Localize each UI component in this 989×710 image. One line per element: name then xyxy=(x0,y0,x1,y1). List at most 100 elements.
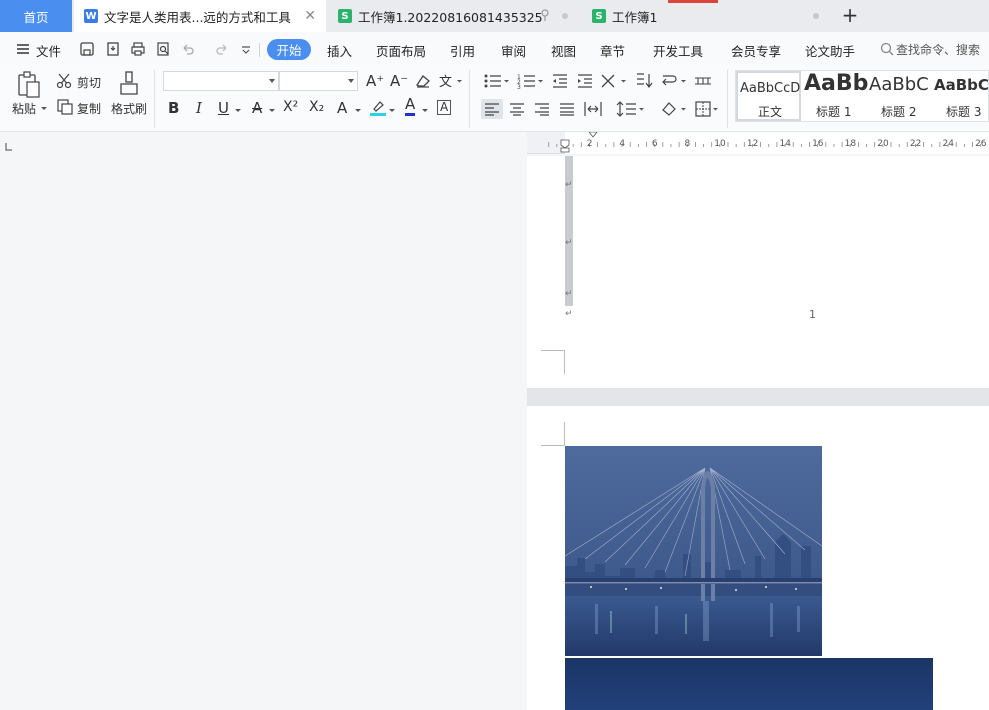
ruler-tick-label: 14 xyxy=(779,139,791,149)
customize-chevron-icon[interactable] xyxy=(240,41,252,57)
print-icon[interactable] xyxy=(130,41,146,57)
align-left-button[interactable] xyxy=(481,99,503,119)
text-direction-icon[interactable] xyxy=(660,72,688,90)
first-line-indent-icon[interactable] xyxy=(588,132,598,138)
ribbon-divider xyxy=(154,70,155,128)
pin-icon[interactable] xyxy=(540,9,550,21)
menu-insert[interactable]: 插入 xyxy=(327,41,352,60)
ruler-tick-label: 10 xyxy=(714,139,726,149)
redo-icon[interactable] xyxy=(214,41,230,57)
new-tab-button[interactable]: + xyxy=(840,3,860,27)
bold-button[interactable]: B xyxy=(168,99,179,117)
style-name: 标题 3 xyxy=(946,105,982,119)
margin-corner-mark xyxy=(541,350,565,374)
style-heading-2[interactable]: AaBbC 标题 2 xyxy=(867,71,932,121)
table-tab-icon[interactable] xyxy=(694,73,712,89)
paste-icon[interactable] xyxy=(16,70,42,100)
copy-label[interactable]: 复制 xyxy=(77,100,101,117)
chevron-down-icon[interactable] xyxy=(268,108,276,114)
increase-indent-icon[interactable] xyxy=(576,72,594,90)
highlight-icon[interactable] xyxy=(369,99,387,117)
clear-format-icon[interactable] xyxy=(414,73,432,89)
chevron-down-icon[interactable] xyxy=(354,108,362,114)
style-heading-3[interactable]: AaBbCc 标题 3 xyxy=(932,71,988,121)
close-icon[interactable]: ✕ xyxy=(304,8,316,24)
align-center-icon[interactable] xyxy=(509,102,525,116)
page-2[interactable] xyxy=(527,406,989,710)
tab-spreadsheet-1[interactable]: S 工作簿1.20220816081435325 xyxy=(330,0,580,32)
scissors-icon[interactable] xyxy=(56,72,74,90)
menu-review[interactable]: 审阅 xyxy=(501,41,526,60)
underline-button[interactable]: U xyxy=(218,99,229,117)
ruler-tick-label: 22 xyxy=(910,139,921,149)
ribbon-divider xyxy=(727,70,728,128)
tab-stop-icon[interactable] xyxy=(5,143,13,151)
borders-icon[interactable] xyxy=(694,100,722,118)
menu-developer[interactable]: 开发工具 xyxy=(653,41,703,60)
decrease-indent-icon[interactable] xyxy=(551,72,569,90)
chevron-down-icon xyxy=(348,79,354,83)
tab-spreadsheet-2[interactable]: S 工作簿1 xyxy=(584,0,831,32)
menu-start[interactable]: 开始 xyxy=(267,39,311,60)
format-painter-label[interactable]: 格式刷 xyxy=(111,100,147,117)
tab-document[interactable]: W 文字是人类用表...远的方式和工具 ✕ xyxy=(74,0,326,32)
bridge-photo[interactable] xyxy=(565,446,822,656)
chevron-down-icon[interactable] xyxy=(234,108,242,114)
font-size-select[interactable] xyxy=(279,71,358,91)
italic-button[interactable]: I xyxy=(196,99,202,117)
style-name: 正文 xyxy=(758,105,783,119)
superscript-button[interactable]: X² xyxy=(283,99,298,115)
format-painter-icon[interactable] xyxy=(118,70,140,98)
subscript-button[interactable]: X₂ xyxy=(309,99,324,115)
menu-chapter[interactable]: 章节 xyxy=(600,41,625,60)
font-name-select[interactable] xyxy=(163,71,279,91)
horizontal-ruler[interactable]: 2 4 6 8 10 12 14 16 18 20 22 24 26 xyxy=(527,132,989,154)
copy-icon[interactable] xyxy=(56,98,74,116)
char-border-button[interactable]: A xyxy=(437,100,452,115)
night-sky-photo[interactable] xyxy=(565,658,933,710)
indent-marker-icon[interactable] xyxy=(560,139,570,153)
line-spacing-icon[interactable] xyxy=(616,100,646,118)
menu-vip[interactable]: 会员专享 xyxy=(731,41,781,60)
search-icon[interactable] xyxy=(880,42,894,56)
page-1[interactable]: ↵ ↵ ↵ ↵ 1 xyxy=(527,156,989,388)
chinese-layout-icon[interactable] xyxy=(600,72,628,90)
hamburger-icon[interactable] xyxy=(16,42,30,56)
numbered-list-icon[interactable]: 123 xyxy=(517,72,545,90)
distribute-icon[interactable] xyxy=(584,101,602,117)
shrink-font-button[interactable]: A⁻ xyxy=(390,72,408,90)
align-right-icon[interactable] xyxy=(534,102,550,116)
shading-icon[interactable] xyxy=(660,100,688,118)
paste-dropdown-icon[interactable] xyxy=(40,106,48,112)
undo-icon[interactable] xyxy=(180,41,196,57)
style-normal[interactable]: AaBbCcD 正文 xyxy=(736,71,801,121)
menu-thesis[interactable]: 论文助手 xyxy=(805,41,855,60)
ruler-tick-label: 6 xyxy=(652,139,658,149)
text-effect-button[interactable]: A xyxy=(337,99,347,117)
grow-font-button[interactable]: A⁺ xyxy=(366,72,384,90)
menu-page-layout[interactable]: 页面布局 xyxy=(376,41,426,60)
chevron-down-icon[interactable] xyxy=(421,108,429,114)
bullet-list-icon[interactable] xyxy=(483,72,511,90)
style-heading-1[interactable]: AaBb 标题 1 xyxy=(802,71,868,121)
ruler-tick-label: 12 xyxy=(747,139,758,149)
export-pdf-icon[interactable] xyxy=(105,41,121,57)
cut-label[interactable]: 剪切 xyxy=(77,74,101,91)
chevron-down-icon[interactable] xyxy=(388,108,396,114)
sort-icon[interactable] xyxy=(634,72,654,90)
menu-file[interactable]: 文件 xyxy=(36,41,61,60)
print-preview-icon[interactable] xyxy=(155,41,171,57)
paragraph-mark: ↵ xyxy=(565,309,573,319)
paragraph-mark: ↵ xyxy=(565,238,573,248)
style-gallery: AaBbCcD 正文 AaBb 标题 1 AaBbC 标题 2 AaBbCc 标… xyxy=(735,70,989,122)
menu-view[interactable]: 视图 xyxy=(551,41,576,60)
menu-reference[interactable]: 引用 xyxy=(450,41,475,60)
pinyin-guide-icon[interactable]: 文 xyxy=(438,72,464,90)
command-search[interactable]: 查找命令、搜索 xyxy=(896,41,980,58)
paste-label[interactable]: 粘贴 xyxy=(12,100,36,117)
strikethrough-button[interactable]: A xyxy=(252,99,262,117)
justify-icon[interactable] xyxy=(559,102,575,116)
tab-home[interactable]: 首页 xyxy=(0,0,72,32)
font-color-button[interactable]: A xyxy=(405,96,416,116)
save-icon[interactable] xyxy=(79,41,95,57)
